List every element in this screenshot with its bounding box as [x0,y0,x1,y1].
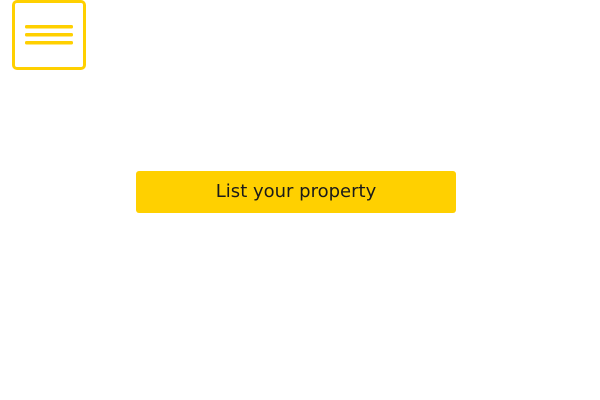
list-your-property-button[interactable]: List your property [136,171,456,213]
menu-button[interactable] [12,0,86,70]
hamburger-menu-icon [25,22,73,48]
